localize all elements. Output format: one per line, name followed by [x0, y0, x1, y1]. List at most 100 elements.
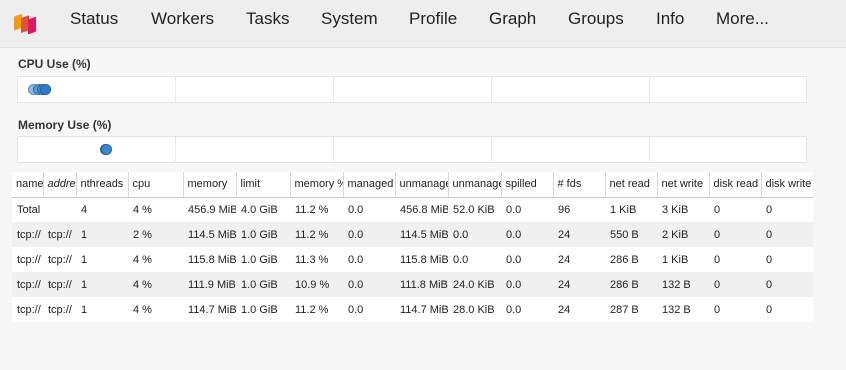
- nav-more[interactable]: More...: [716, 9, 769, 29]
- table-cell: 24: [553, 272, 605, 297]
- column-header[interactable]: memory: [183, 172, 237, 198]
- table-cell: 4 %: [128, 272, 183, 297]
- table-cell: tcp://: [43, 222, 76, 247]
- column-header[interactable]: address: [43, 172, 77, 198]
- table-row-total[interactable]: Total 4 4 % 456.9 MiB 4.0 GiB 11.2 % 0.0 456.8 …: [12, 197, 813, 222]
- nav-profile[interactable]: Profile: [409, 9, 457, 29]
- table-cell: 24: [553, 297, 605, 322]
- plot-grid-cell: [492, 137, 650, 162]
- table-cell: tcp://: [43, 272, 76, 297]
- table-cell: tcp://: [43, 297, 76, 322]
- table-cell: 0.0: [343, 222, 395, 247]
- table-cell: 0.0: [501, 272, 553, 297]
- table-cell: 3 KiB: [657, 197, 709, 222]
- column-header[interactable]: managed: [343, 172, 396, 198]
- table-cell: 111.8 MiB: [395, 272, 448, 297]
- table-cell: 0: [709, 222, 761, 247]
- table-cell: 0: [761, 272, 813, 297]
- table-cell: tcp://: [12, 272, 43, 297]
- plot-grid-cell: [176, 137, 334, 162]
- table-cell: 24.0 KiB: [448, 272, 501, 297]
- table-cell: 0: [761, 197, 813, 222]
- memory-use-title: Memory Use (%): [18, 118, 112, 132]
- nav-tasks[interactable]: Tasks: [246, 9, 289, 29]
- workers-table: name address nthreads cpu memory limit m…: [12, 172, 813, 322]
- table-cell: 0.0: [343, 247, 395, 272]
- table-cell: 10.9 %: [290, 272, 343, 297]
- cpu-worker-dot[interactable]: [40, 84, 51, 95]
- table-cell: 0: [709, 197, 761, 222]
- cpu-use-plot[interactable]: [17, 76, 807, 103]
- column-header[interactable]: net write: [657, 172, 710, 198]
- nav-workers[interactable]: Workers: [151, 9, 214, 29]
- table-cell: 11.2 %: [290, 197, 343, 222]
- column-header[interactable]: memory %: [290, 172, 344, 198]
- table-cell: 4 %: [128, 247, 183, 272]
- table-cell: 0: [761, 297, 813, 322]
- table-header-row: name address nthreads cpu memory limit m…: [12, 172, 813, 198]
- nav-info[interactable]: Info: [656, 9, 684, 29]
- column-header[interactable]: # fds: [553, 172, 606, 198]
- plot-grid-cell: [334, 77, 492, 102]
- table-row[interactable]: tcp://tcp://1 4 % 111.9 MiB 1.0 GiB 10.9 % 0.…: [12, 272, 813, 297]
- column-header[interactable]: name: [12, 172, 44, 198]
- table-cell: 115.8 MiB: [183, 247, 236, 272]
- plot-grid-cell: [176, 77, 334, 102]
- table-cell: 456.9 MiB: [183, 197, 236, 222]
- column-header[interactable]: nthreads: [76, 172, 129, 198]
- plot-grid-cell: [492, 77, 650, 102]
- column-header[interactable]: net read: [605, 172, 658, 198]
- navbar: Status Workers Tasks System Profile Grap…: [0, 0, 846, 48]
- table-cell: 1.0 GiB: [236, 297, 290, 322]
- table-cell: 24: [553, 222, 605, 247]
- table-cell: 0: [709, 297, 761, 322]
- table-cell: 1.0 GiB: [236, 247, 290, 272]
- table-cell: 4 %: [128, 197, 183, 222]
- table-cell: 28.0 KiB: [448, 297, 501, 322]
- column-header[interactable]: disk write: [761, 172, 813, 198]
- table-row[interactable]: tcp://tcp://1 4 % 114.7 MiB 1.0 GiB 11.2 % 0.…: [12, 297, 813, 322]
- table-cell: 114.7 MiB: [183, 297, 236, 322]
- table-cell: 0.0: [501, 247, 553, 272]
- table-row[interactable]: tcp://tcp://1 2 % 114.5 MiB 1.0 GiB 11.2 % 0.…: [12, 222, 813, 247]
- column-header[interactable]: cpu: [128, 172, 184, 198]
- table-cell: 4 %: [128, 297, 183, 322]
- table-cell: tcp://: [12, 247, 43, 272]
- table-cell: 1: [76, 247, 128, 272]
- table-cell: [43, 197, 76, 222]
- table-cell: 0: [709, 247, 761, 272]
- nav-status[interactable]: Status: [70, 9, 118, 29]
- workers-table-body: Total 4 4 % 456.9 MiB 4.0 GiB 11.2 % 0.0 456.8 …: [12, 197, 813, 322]
- table-cell: 1.0 GiB: [236, 272, 290, 297]
- table-cell: 11.3 %: [290, 247, 343, 272]
- table-cell: 1: [76, 272, 128, 297]
- table-cell: 114.5 MiB: [395, 222, 448, 247]
- table-cell: 550 B: [605, 222, 657, 247]
- column-header[interactable]: unmanaged recent: [448, 172, 502, 198]
- column-header[interactable]: disk read: [709, 172, 762, 198]
- table-cell: 1: [76, 297, 128, 322]
- table-cell: 1: [76, 222, 128, 247]
- column-header[interactable]: spilled: [501, 172, 554, 198]
- table-cell: 2 %: [128, 222, 183, 247]
- table-cell: 114.7 MiB: [395, 297, 448, 322]
- column-header[interactable]: limit: [236, 172, 291, 198]
- table-cell: 132 B: [657, 297, 709, 322]
- table-cell: 0: [761, 247, 813, 272]
- nav-system[interactable]: System: [321, 9, 378, 29]
- table-cell: 456.8 MiB: [395, 197, 448, 222]
- table-cell: 4.0 GiB: [236, 197, 290, 222]
- table-cell: 0.0: [343, 197, 395, 222]
- table-cell: 111.9 MiB: [183, 272, 236, 297]
- table-cell: 114.5 MiB: [183, 222, 236, 247]
- column-header[interactable]: unmanaged: [395, 172, 449, 198]
- memory-use-plot[interactable]: [17, 136, 807, 163]
- nav-groups[interactable]: Groups: [568, 9, 624, 29]
- table-cell: Total: [12, 197, 43, 222]
- dask-logo[interactable]: [13, 8, 39, 34]
- plot-grid-cell: [18, 137, 176, 162]
- nav-graph[interactable]: Graph: [489, 9, 536, 29]
- table-cell: 0: [709, 272, 761, 297]
- memory-worker-dot[interactable]: [101, 144, 112, 155]
- table-row[interactable]: tcp://tcp://1 4 % 115.8 MiB 1.0 GiB 11.3 % 0.…: [12, 247, 813, 272]
